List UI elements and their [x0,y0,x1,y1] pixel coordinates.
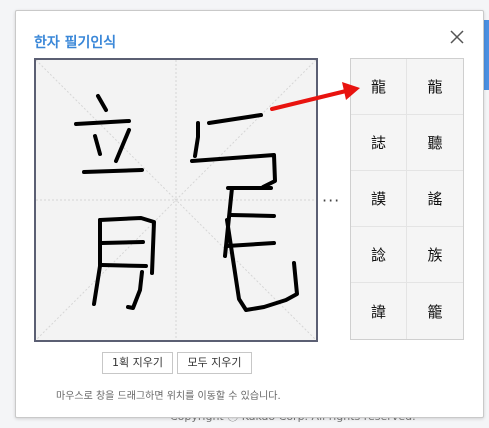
candidate-item[interactable]: 諗 [351,227,407,283]
candidate-item[interactable]: 謨 [351,171,407,227]
candidate-item[interactable]: 謠 [407,171,463,227]
background-side-tab [484,20,489,90]
candidate-list: 龍 龍 誌 聽 謨 謠 諗 族 諱 籠 [350,58,464,340]
handwriting-canvas[interactable] [34,58,318,342]
candidate-item[interactable]: 籠 [407,283,463,339]
hanja-handwriting-dialog[interactable]: 한자 필기인식 ··· 龍 龍 誌 聽 謨 謠 諗 族 諱 籠 1획 지우기 모… [15,10,484,418]
clear-all-button[interactable]: 모두 지우기 [177,352,252,374]
candidate-item[interactable]: 諱 [351,283,407,339]
drag-hint-text: 마우스로 창을 드래그하면 위치를 이동할 수 있습니다. [56,391,281,402]
candidate-item[interactable]: 誌 [351,115,407,171]
close-icon [450,30,464,44]
candidate-item[interactable]: 龍 [351,59,407,115]
candidate-item[interactable]: 聽 [407,115,463,171]
undo-stroke-button[interactable]: 1획 지우기 [102,352,173,374]
candidate-item[interactable]: 龍 [407,59,463,115]
more-indicator: ··· [322,191,341,210]
candidate-item[interactable]: 族 [407,227,463,283]
close-button[interactable] [447,27,467,47]
dialog-title: 한자 필기인식 [34,35,117,51]
handwriting-strokes [36,60,316,340]
